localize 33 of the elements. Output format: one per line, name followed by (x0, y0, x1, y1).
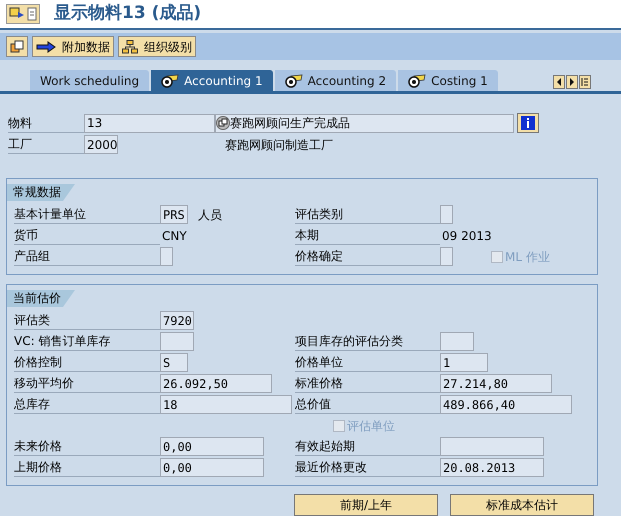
input-field[interactable]: 13 (84, 114, 215, 133)
input-field[interactable]: 2000 (84, 135, 118, 154)
tab[interactable]: Costing 1 (398, 70, 498, 92)
description-field: 赛跑网顾问生产完成品 (215, 114, 514, 133)
tab[interactable]: Accounting 2 (274, 70, 396, 92)
unit-text: 人员 (198, 206, 222, 224)
input-field[interactable]: 20.08.2013 (440, 458, 544, 478)
input-field[interactable]: 7920 (160, 311, 194, 330)
input-field[interactable]: 489.866,40 (440, 395, 572, 414)
field-label: 本期 (295, 226, 440, 246)
plant-description: 赛跑网顾问制造工厂 (225, 136, 333, 154)
input-field[interactable]: 26.092,50 (160, 374, 272, 394)
field-label: 货币 (14, 226, 160, 246)
input-field[interactable]: S (160, 353, 188, 372)
input-field[interactable]: 27.214,80 (440, 374, 552, 394)
input-field[interactable]: 1 (440, 353, 488, 372)
tab[interactable]: Work scheduling (30, 70, 150, 92)
input-field[interactable]: 0,00 (160, 458, 264, 478)
toolbar-button[interactable]: 组织级别 (118, 36, 196, 58)
input-field[interactable]: 18 (160, 395, 292, 414)
action-button[interactable]: 标准成本估计 (450, 494, 594, 516)
group-title: 当前估价 (7, 290, 75, 308)
input-field[interactable]: 0,00 (160, 437, 264, 456)
field-value: CNY (161, 228, 188, 245)
input-field[interactable]: PRS (160, 205, 188, 224)
group-title: 常规数据 (7, 184, 75, 202)
action-button[interactable]: 前期/上年 (294, 494, 438, 516)
checkbox-label: ML 作业 (505, 248, 550, 266)
window-title: 显示物料13 (成品) (54, 2, 202, 26)
checkbox-label: 评估单位 (347, 418, 395, 435)
tab[interactable]: Accounting 1 (151, 70, 273, 92)
toolbar-button[interactable]: 附加数据 (32, 36, 114, 58)
field-value: 09 2013 (441, 228, 493, 245)
